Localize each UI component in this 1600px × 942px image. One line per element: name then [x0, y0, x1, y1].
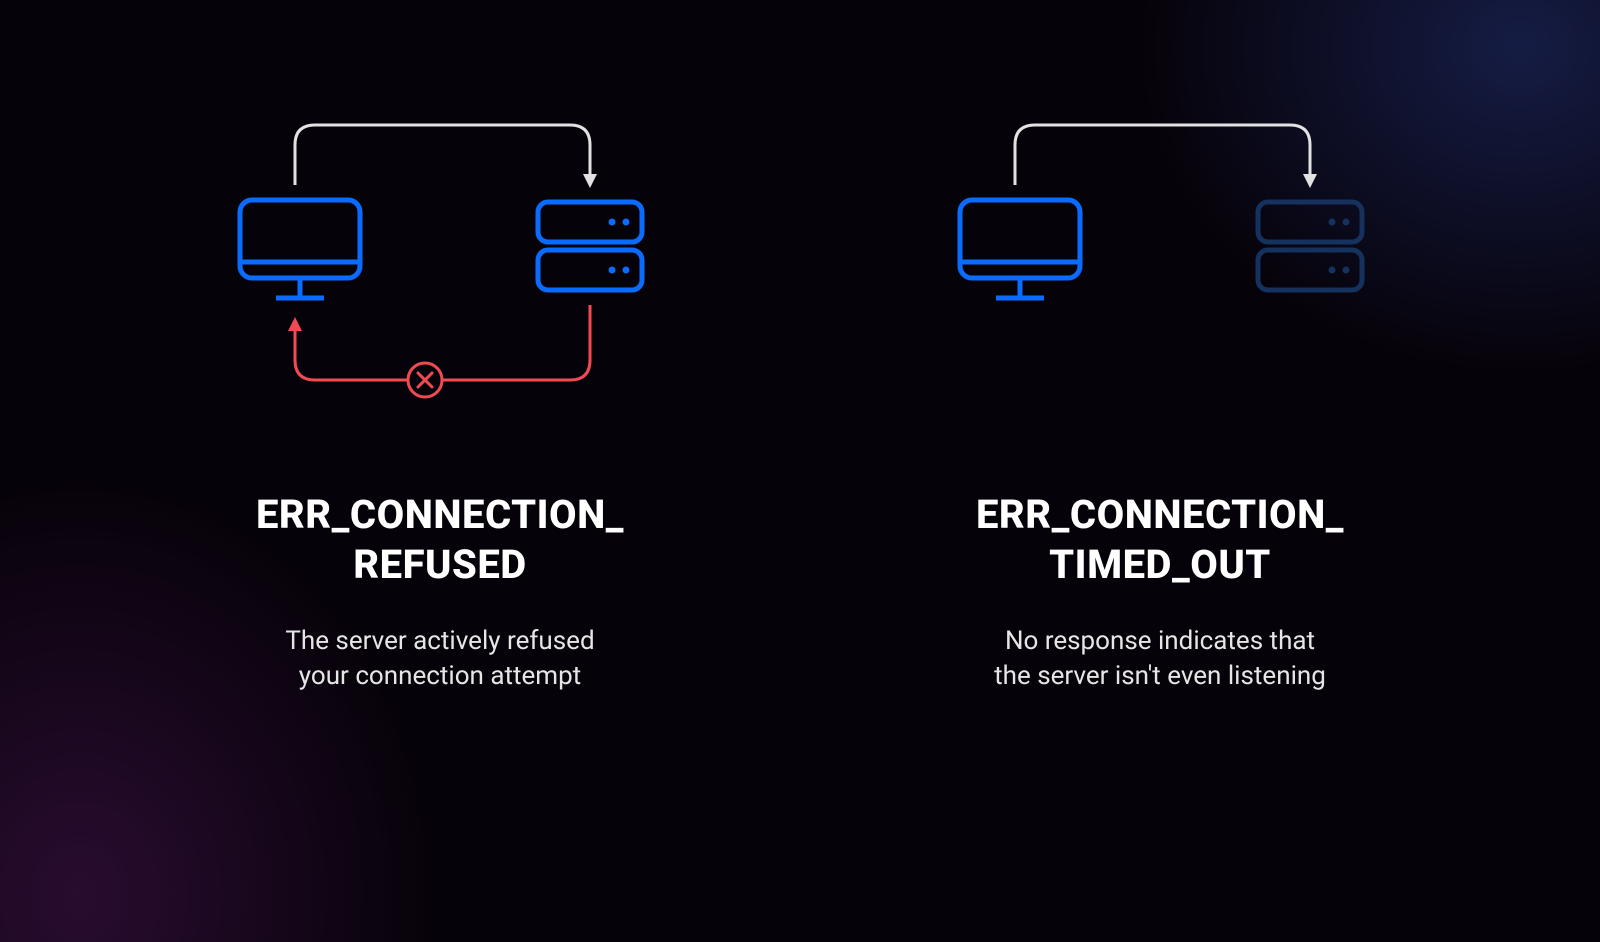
- title-timedout: ERR_CONNECTION_ TIMED_OUT: [976, 490, 1344, 590]
- server-icon: [538, 202, 642, 290]
- panel-refused: ERR_CONNECTION_ REFUSED The server activ…: [120, 90, 760, 694]
- server-dim-icon: [1258, 202, 1362, 290]
- diagram-timedout: [920, 90, 1400, 430]
- desc-refused: The server actively refused your connect…: [285, 624, 594, 694]
- arrow-request: [1015, 125, 1317, 188]
- client-monitor-icon: [240, 200, 360, 298]
- diagram-container: ERR_CONNECTION_ REFUSED The server activ…: [0, 0, 1600, 942]
- title-refused: ERR_CONNECTION_ REFUSED: [256, 490, 624, 590]
- desc-timedout: No response indicates that the server is…: [994, 624, 1326, 694]
- arrow-request: [295, 125, 597, 188]
- panel-timedout: ERR_CONNECTION_ TIMED_OUT No response in…: [840, 90, 1480, 694]
- client-monitor-icon: [960, 200, 1080, 298]
- diagram-refused: [200, 90, 680, 430]
- refused-x-icon: [408, 363, 442, 397]
